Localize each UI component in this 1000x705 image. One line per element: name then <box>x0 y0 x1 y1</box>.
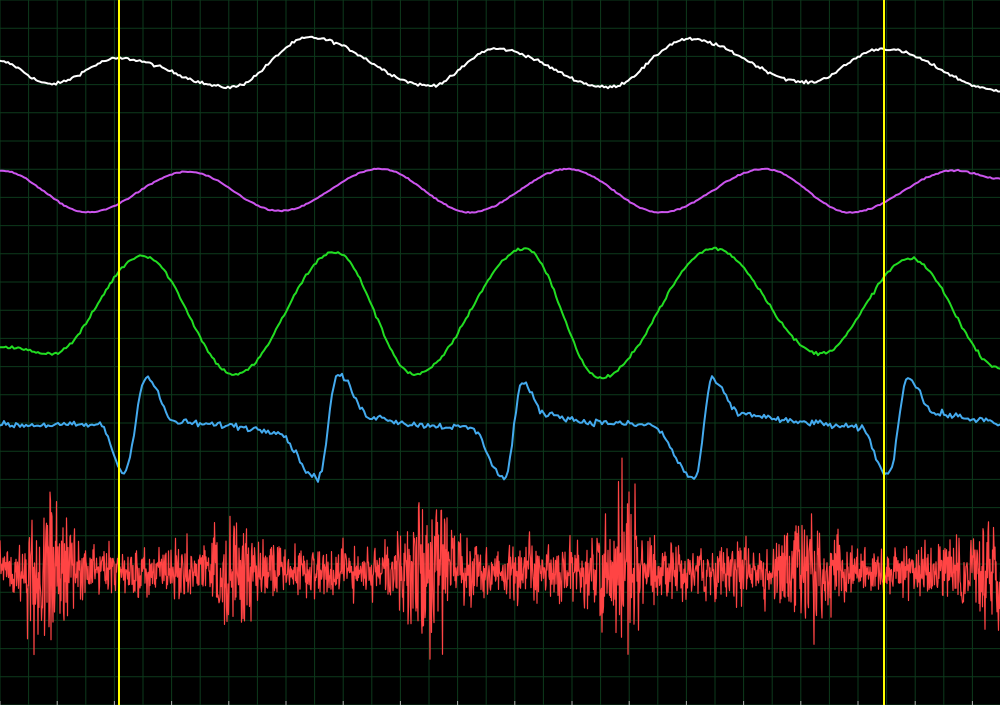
plot-canvas[interactable] <box>0 0 1000 705</box>
plot-background <box>0 0 1000 705</box>
oscilloscope-plot[interactable] <box>0 0 1000 705</box>
